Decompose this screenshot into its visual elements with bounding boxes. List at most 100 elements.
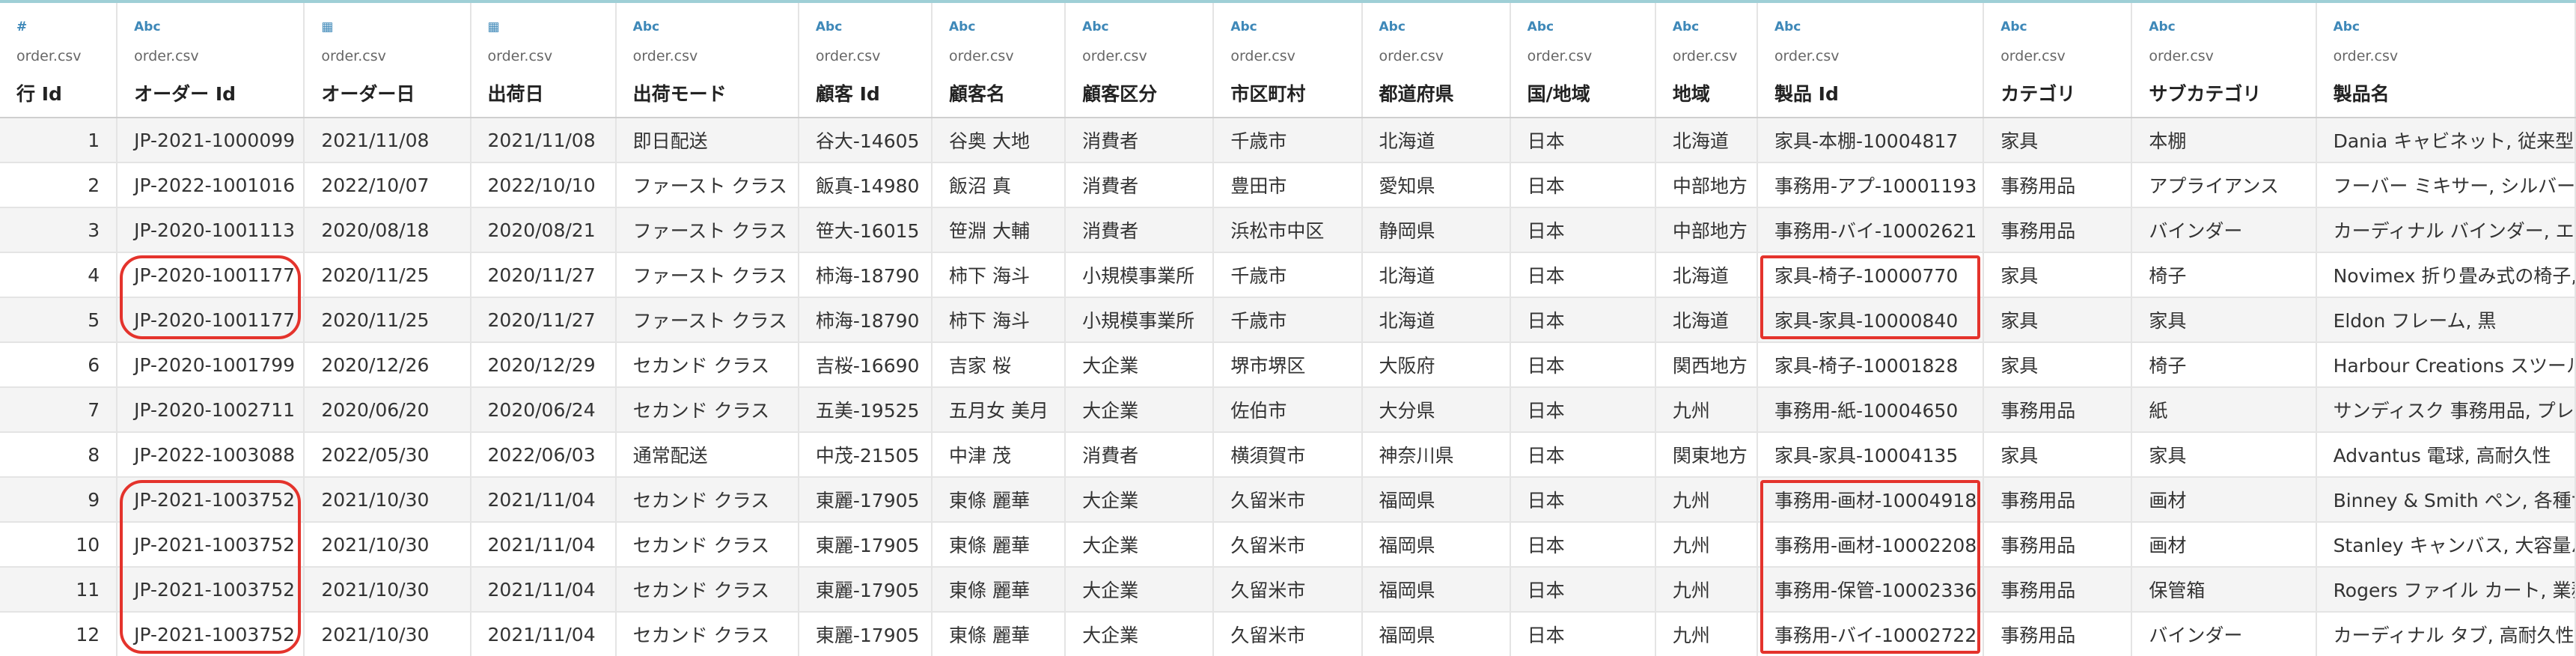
column-header-city[interactable]: Abc order.csv 市区町村 [1213,3,1363,118]
cell-city: 久留米市 [1213,477,1363,523]
column-header-order-id[interactable]: Abc order.csv オーダー Id [117,3,305,118]
column-header-country[interactable]: Abc order.csv 国/地域 [1510,3,1656,118]
table-row[interactable]: 10 JP-2021-1003752 2021/10/30 2021/11/04 セカン… [0,522,2576,568]
text-type-icon: Abc [1774,19,1801,34]
column-header-row-id[interactable]: # order.csv 行 Id [0,3,118,118]
cell-ship-date: 2020/11/27 [470,252,617,298]
table-row[interactable]: 9 JP-2021-1003752 2021/10/30 2021/11/04 セカンド… [0,477,2576,523]
cell-customer-segment: 小規模事業所 [1065,297,1215,343]
column-header-cell: Abc order.csv 都道府県 [1363,3,1509,116]
table-row[interactable]: 7 JP-2020-1002711 2020/06/20 2020/06/24 セカンド… [0,387,2576,433]
cell-customer-id: 五美-19525 [798,387,933,433]
column-header-customer-id[interactable]: Abc order.csv 顧客 Id [798,3,933,118]
column-source-label: order.csv [632,48,698,64]
cell-row-id: 1 [0,118,118,163]
highlight-box-product-id-rows-9-12 [1759,480,1981,654]
table-row[interactable]: 4 JP-2020-1001177 2020/11/25 2020/11/27 ファース… [0,252,2576,298]
column-header-category[interactable]: Abc order.csv カテゴリ [1983,3,2133,118]
table-row[interactable]: 11 JP-2021-1003752 2021/10/30 2021/11/04 セカン… [0,567,2576,613]
cell-category: 家具 [1983,342,2133,388]
cell-ship-date: 2020/08/21 [470,207,617,253]
cell-city: 久留米市 [1213,567,1363,613]
column-header-product-name[interactable]: Abc order.csv 製品名 [2316,3,2576,118]
cell-sub-category: 椅子 [2131,342,2317,388]
cell-order-date: 2021/10/30 [304,477,471,523]
cell-country: 日本 [1510,432,1656,478]
cell-order-date: 2020/12/26 [304,342,471,388]
table-row[interactable]: 8 JP-2022-1003088 2022/05/30 2022/06/03 通常配送… [0,432,2576,478]
text-type-icon: Abc [632,19,660,34]
column-header-region[interactable]: Abc order.csv 地域 [1655,3,1758,118]
table-row[interactable]: 3 JP-2020-1001113 2020/08/18 2020/08/21 ファース… [0,207,2576,253]
cell-customer-segment: 小規模事業所 [1065,252,1215,298]
column-header-order-date[interactable]: ▦ order.csv オーダー日 [304,3,471,118]
column-header-ship-date[interactable]: ▦ order.csv 出荷日 [470,3,617,118]
cell-city: 千歳市 [1213,297,1363,343]
cell-row-id: 5 [0,297,118,343]
cell-row-id: 12 [0,612,118,656]
cell-prefecture: 神奈川県 [1361,432,1511,478]
table-row[interactable]: 1 JP-2021-1000099 2021/11/08 2021/11/08 即日配送… [0,118,2576,163]
column-header-sub-category[interactable]: Abc order.csv サブカテゴリ [2131,3,2317,118]
calendar-type-icon: ▦ [487,19,500,34]
column-header-cell: Abc order.csv 製品 Id [1758,3,1982,116]
cell-city: 佐伯市 [1213,387,1363,433]
cell-customer-segment: 消費者 [1065,118,1215,163]
cell-customer-segment: 大企業 [1065,522,1215,568]
cell-ship-date: 2021/11/04 [470,612,617,656]
column-header-prefecture[interactable]: Abc order.csv 都道府県 [1361,3,1511,118]
cell-order-id: JP-2020-1001799 [117,342,305,388]
column-source-label: order.csv [134,48,199,64]
cell-region: 北海道 [1655,252,1758,298]
cell-order-date: 2021/11/08 [304,118,471,163]
column-header-customer-name[interactable]: Abc order.csv 顧客名 [932,3,1066,118]
cell-customer-segment: 大企業 [1065,477,1215,523]
highlight-box-product-id-rows-4-5 [1759,255,1981,339]
cell-customer-id: 東麗-17905 [798,522,933,568]
table-row[interactable]: 12 JP-2021-1003752 2021/10/30 2021/11/04 セカン… [0,612,2576,656]
text-type-icon: Abc [1672,19,1700,34]
column-header-cell: ▦ order.csv 出荷日 [471,3,614,116]
column-source-label: order.csv [815,48,881,64]
column-source-label: order.csv [1230,48,1295,64]
cell-customer-id: 東麗-17905 [798,567,933,613]
column-header-product-id[interactable]: Abc order.csv 製品 Id [1756,3,1985,118]
cell-sub-category: アプライアンス [2131,163,2317,208]
cell-customer-name: 中津 茂 [932,432,1066,478]
cell-product-name: フーバー ミキサー, シルバー [2316,163,2576,208]
column-header-cell: # order.csv 行 Id [0,3,115,116]
data-grid-view: # order.csv 行 Id Abc order.csv オーダー Id ▦ order.… [0,0,2576,656]
column-name: 製品 Id [1774,83,1839,105]
cell-customer-id: 東麗-17905 [798,477,933,523]
cell-city: 浜松市中区 [1213,207,1363,253]
column-source-label: order.csv [1527,48,1593,64]
cell-ship-mode: セカンド クラス [615,477,799,523]
cell-product-name: Binney & Smith ペン, 各種サイズ [2316,477,2576,523]
cell-customer-name: 東條 麗華 [932,612,1066,656]
cell-region: 九州 [1655,612,1758,656]
calendar-type-icon: ▦ [321,19,334,34]
cell-order-date: 2020/11/25 [304,297,471,343]
header-row: # order.csv 行 Id Abc order.csv オーダー Id ▦ order.… [0,3,2576,118]
cell-sub-category: 画材 [2131,522,2317,568]
cell-region: 中部地方 [1655,163,1758,208]
column-name: オーダー日 [321,83,415,105]
column-header-cell: Abc order.csv カテゴリ [1984,3,2130,116]
column-name: 顧客名 [949,83,1006,105]
cell-ship-date: 2021/11/04 [470,567,617,613]
column-header-cell: Abc order.csv サブカテゴリ [2132,3,2314,116]
cell-order-id: JP-2022-1001016 [117,163,305,208]
cell-product-id: 家具-本棚-10004817 [1756,118,1985,163]
cell-sub-category: バインダー [2131,207,2317,253]
table-row[interactable]: 5 JP-2020-1001177 2020/11/25 2020/11/27 ファース… [0,297,2576,343]
text-type-icon: Abc [1082,19,1109,34]
table-row[interactable]: 2 JP-2022-1001016 2022/10/07 2022/10/10 ファース… [0,163,2576,208]
cell-country: 日本 [1510,207,1656,253]
cell-city: 横須賀市 [1213,432,1363,478]
cell-region: 九州 [1655,567,1758,613]
cell-customer-id: 中茂-21505 [798,432,933,478]
column-header-ship-mode[interactable]: Abc order.csv 出荷モード [615,3,799,118]
column-source-label: order.csv [949,48,1014,64]
column-header-customer-segment[interactable]: Abc order.csv 顧客区分 [1065,3,1215,118]
table-row[interactable]: 6 JP-2020-1001799 2020/12/26 2020/12/29 セカンド… [0,342,2576,388]
